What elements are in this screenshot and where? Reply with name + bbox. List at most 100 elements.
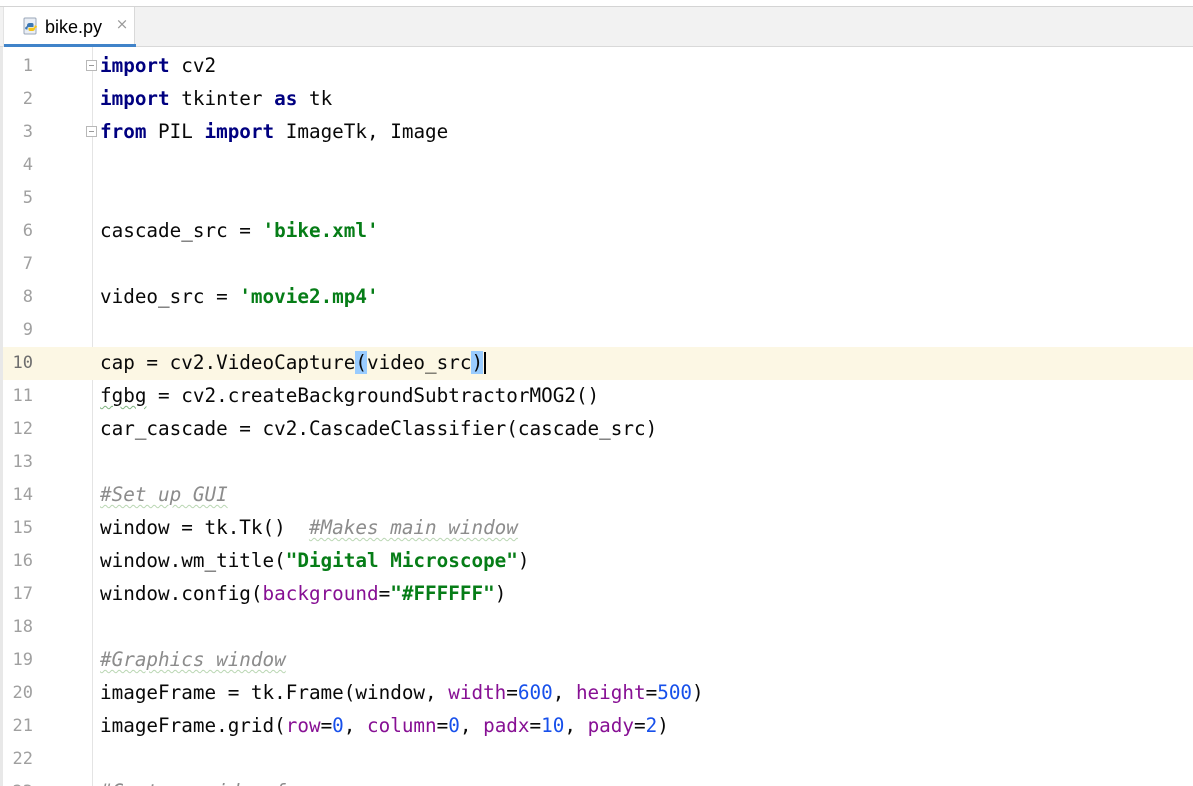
code-token: ) — [517, 549, 530, 572]
code-token: cap = cv2.VideoCapture — [100, 351, 356, 374]
code-token: height — [575, 681, 646, 704]
code-token: #Graphics window — [100, 648, 286, 671]
code-line[interactable]: 9 — [3, 314, 1193, 347]
code-text: #Capture video frames — [100, 781, 344, 786]
code-line[interactable]: 3 from PIL import ImageTk, Image — [3, 116, 1193, 149]
code-line[interactable]: 6 cascade_src = 'bike.xml' — [3, 215, 1193, 248]
text-caret — [484, 352, 487, 374]
line-number: 22 — [12, 749, 33, 769]
code-text: imageFrame = tk.Frame(window, width=600,… — [100, 682, 704, 704]
code-token: "Digital Microscope" — [285, 549, 518, 572]
code-line[interactable]: 4 — [3, 149, 1193, 182]
code-token: = — [506, 681, 518, 704]
line-number: 23 — [3, 782, 33, 786]
code-token: 'movie2.mp4' — [239, 285, 379, 308]
code-token: = cv2.createBackgroundSubtractorMOG2() — [146, 384, 600, 407]
line-number: 7 — [22, 254, 33, 274]
code-token: window.config( — [100, 582, 263, 605]
tab-bike-py[interactable]: bike.py × — [3, 7, 136, 48]
code-token: 0 — [448, 714, 460, 737]
code-line[interactable]: 19 #Graphics window — [3, 644, 1193, 677]
code-token: "#FFFFFF" — [390, 582, 495, 605]
code-token: = — [645, 681, 658, 704]
code-line[interactable]: 7 — [3, 248, 1193, 281]
line-number: 1 — [22, 56, 33, 76]
code-line[interactable]: 12 car_cascade = cv2.CascadeClassifier(ca… — [3, 413, 1193, 446]
code-line[interactable]: 20 imageFrame = tk.Frame(window, width=60… — [3, 677, 1193, 710]
editor-tab-bar: bike.py × — [0, 7, 1193, 48]
code-token: row — [285, 714, 321, 737]
code-text: #Set up GUI — [100, 484, 228, 506]
code-token: ) — [471, 351, 484, 374]
code-token: column — [367, 714, 437, 737]
code-line[interactable]: 16 window.wm_title("Digital Microscope") — [3, 545, 1193, 578]
code-token: = — [378, 582, 391, 605]
code-token: pady — [587, 714, 635, 737]
code-text: window.config(background="#FFFFFF") — [100, 583, 506, 605]
code-token: video_src = — [100, 285, 240, 308]
code-token: car_cascade = cv2.CascadeClassifier(casc… — [100, 417, 658, 440]
code-token: , — [552, 681, 576, 704]
code-line[interactable]: 15 window = tk.Tk() #Makes main window — [3, 512, 1193, 545]
code-line[interactable]: 11 fgbg = cv2.createBackgroundSubtractorM… — [3, 380, 1193, 413]
line-number: 12 — [12, 419, 33, 439]
code-text: window.wm_title("Digital Microscope") — [100, 550, 530, 572]
code-token: ( — [355, 351, 367, 374]
code-token: tkinter — [169, 87, 275, 110]
code-line[interactable]: 22 — [3, 743, 1193, 776]
code-token: padx — [483, 714, 530, 737]
code-token: 'bike.xml' — [262, 219, 379, 242]
code-token: import — [100, 87, 170, 110]
line-number: 6 — [22, 221, 33, 241]
code-token: #Set up GUI — [100, 483, 228, 506]
code-line[interactable]: 10 cap = cv2.VideoCapture(video_src) — [3, 347, 1193, 380]
line-number: 10 — [12, 353, 33, 373]
code-token: = — [436, 714, 449, 737]
fold-marker-icon[interactable] — [86, 126, 97, 137]
line-number: 8 — [22, 287, 33, 307]
code-text: import tkinter as tk — [100, 88, 332, 110]
code-line[interactable]: 14 #Set up GUI — [3, 479, 1193, 512]
code-line[interactable]: 21 imageFrame.grid(row=0, column=0, padx=… — [3, 710, 1193, 743]
close-icon[interactable]: × — [115, 17, 129, 32]
code-token: video_src — [367, 351, 472, 374]
code-token: fgbg — [100, 384, 147, 407]
code-text: from PIL import ImageTk, Image — [100, 121, 448, 143]
code-token: background — [262, 582, 379, 605]
code-token: 10 — [541, 714, 565, 737]
line-number: 11 — [12, 386, 33, 406]
code-token: ImageTk, Image — [274, 120, 449, 143]
python-file-icon — [21, 17, 41, 37]
fold-marker-icon[interactable] — [86, 60, 97, 71]
code-line[interactable]: 23 #Capture video frames — [3, 776, 1193, 786]
code-token: import — [204, 120, 275, 143]
code-token: , — [343, 714, 367, 737]
line-number: 5 — [22, 188, 33, 208]
code-token: from — [100, 120, 147, 143]
code-text: #Graphics window — [100, 649, 286, 671]
line-number: 17 — [12, 584, 33, 604]
code-text: car_cascade = cv2.CascadeClassifier(casc… — [100, 418, 657, 440]
code-line[interactable]: 17 window.config(background="#FFFFFF") — [3, 578, 1193, 611]
code-editor[interactable]: 1 import cv2 2 import tkinter as tk 3 from PI… — [0, 47, 1193, 786]
code-line[interactable]: 13 — [3, 446, 1193, 479]
code-token: 0 — [332, 714, 344, 737]
code-token: ) — [494, 582, 507, 605]
code-token: PIL — [146, 120, 205, 143]
line-number: 20 — [12, 683, 33, 703]
code-line[interactable]: 5 — [3, 182, 1193, 215]
code-token: imageFrame.grid( — [100, 714, 286, 737]
line-number: 3 — [22, 122, 33, 142]
code-line[interactable]: 8 video_src = 'movie2.mp4' — [3, 281, 1193, 314]
line-number: 9 — [22, 320, 33, 340]
code-token: ) — [692, 681, 704, 704]
code-token: 500 — [657, 681, 693, 704]
code-line[interactable]: 2 import tkinter as tk — [3, 83, 1193, 116]
code-line[interactable]: 1 import cv2 — [3, 50, 1193, 83]
code-line[interactable]: 18 — [3, 611, 1193, 644]
code-token: tk — [297, 87, 333, 110]
line-number: 4 — [22, 155, 33, 175]
code-token: 2 — [645, 714, 658, 737]
code-text: cap = cv2.VideoCapture(video_src) — [100, 351, 487, 374]
code-text: window = tk.Tk() #Makes main window — [100, 517, 518, 539]
